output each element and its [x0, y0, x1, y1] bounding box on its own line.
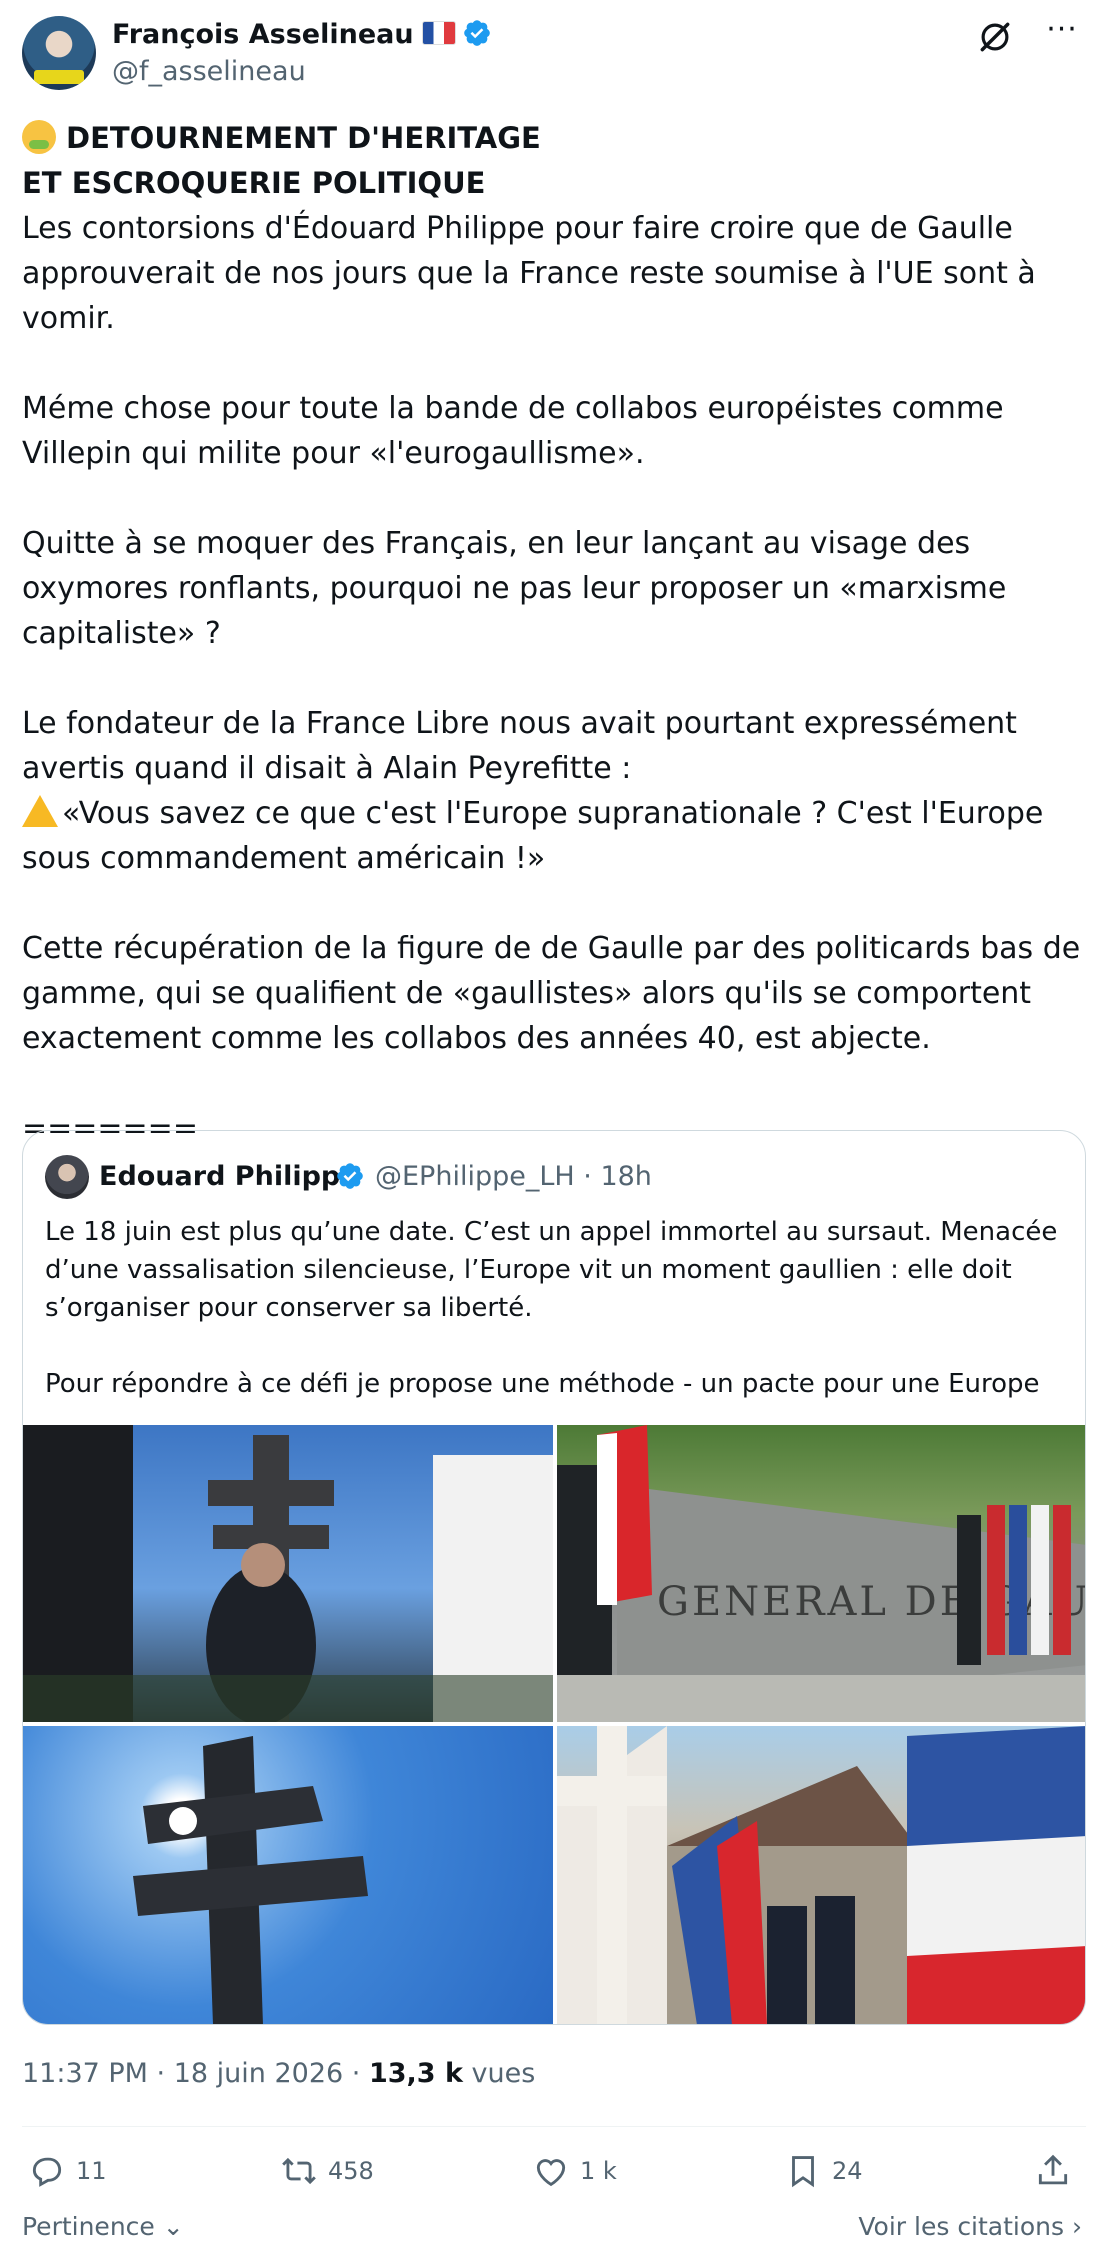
quoted-tweet-text: Le 18 juin est plus qu’une date. C’est u… [45, 1213, 1065, 1441]
tweet-paragraph-2: Méme chose pour toute la bande de collab… [22, 391, 1014, 471]
heart-icon [536, 2159, 566, 2187]
media-grid: GENERAL DE GAULLE [23, 1425, 1085, 2024]
like-count: 1 k [580, 2157, 617, 2185]
quoted-author-avatar [45, 1155, 89, 1199]
quoted-verified-badge-icon [337, 1163, 363, 1189]
view-quotes-label: Voir les citations [858, 2212, 1065, 2241]
divider [22, 2126, 1086, 2127]
grok-icon[interactable] [976, 18, 1014, 56]
tweet-paragraph-1: Les contorsions d'Édouard Philippe pour … [22, 211, 1046, 336]
tweet-paragraph-3: Quitte à se moquer des Français, en leur… [22, 526, 1016, 651]
photo-ceremony-flags[interactable] [557, 1726, 1085, 2024]
bookmark-count: 24 [832, 2157, 863, 2185]
share-button[interactable] [1034, 2148, 1082, 2194]
tweet-text: DETOURNEMENT D'HERITAGE ET ESCROQUERIE P… [22, 116, 1092, 1151]
views-label: vues [462, 2058, 536, 2089]
views-count: 13,3 k [368, 2058, 463, 2089]
tweet-paragraph-4: Le fondateur de la France Libre nous ava… [22, 706, 1027, 786]
like-button[interactable]: 1 k [532, 2148, 617, 2194]
quoted-paragraph-1: Le 18 juin est plus qu’une date. C’est u… [45, 1217, 1066, 1323]
france-flag-icon [421, 21, 456, 45]
chevron-down-icon: ⌄ [154, 2212, 184, 2241]
chevron-right-icon: › [1064, 2212, 1082, 2241]
warning-icon [22, 795, 58, 827]
share-icon [1038, 2154, 1068, 2185]
tweet-paragraph-5: Cette récupération de la figure de de Ga… [22, 931, 1090, 1056]
repost-button[interactable]: 458 [280, 2148, 374, 2194]
author-handle[interactable]: @f_asselineau [112, 56, 306, 87]
photo-cross-against-sky[interactable] [23, 1726, 553, 2024]
repost-icon [282, 2157, 316, 2185]
reply-icon [32, 2157, 62, 2187]
photo-general-de-gaulle-memorial[interactable]: GENERAL DE GAULLE [557, 1425, 1085, 1722]
photo-cross-of-lorraine-crowd[interactable] [23, 1425, 553, 1722]
repost-count: 458 [328, 2157, 374, 2185]
reply-button[interactable]: 11 [28, 2148, 107, 2194]
quoted-author-name: Edouard Philippe [99, 1161, 359, 1192]
bookmark-icon [792, 2156, 814, 2188]
bookmark-button[interactable]: 24 [784, 2148, 863, 2194]
nauseated-face-emoji-icon [22, 120, 56, 154]
sort-label: Pertinence [22, 2212, 155, 2241]
action-bar: 11 458 1 k 24 [22, 2148, 1086, 2198]
author-avatar[interactable] [22, 16, 96, 90]
view-quotes-link[interactable]: Voir les citations › [858, 2212, 1082, 2241]
tweet-datetime[interactable]: 11:37 PM · 18 juin 2026 · [22, 2058, 369, 2089]
sort-dropdown[interactable]: Pertinence ⌄ [22, 2212, 184, 2241]
tweet-meta: 11:37 PM · 18 juin 2026 · 13,3 k vues [22, 2058, 535, 2089]
reply-count: 11 [76, 2157, 107, 2185]
heading-line-2: ET ESCROQUERIE POLITIQUE [22, 166, 486, 200]
author-name-row[interactable]: François Asselineau [112, 18, 492, 50]
replies-footer: Pertinence ⌄ Voir les citations › [22, 2212, 1086, 2252]
tweet-quote-line: «Vous savez ce que c'est l'Europe supran… [22, 795, 1053, 876]
more-options-icon[interactable]: ··· [1042, 15, 1082, 54]
verified-badge-icon [463, 20, 490, 46]
quoted-author-handle-time: @EPhilippe_LH · 18h [375, 1161, 652, 1192]
quoted-tweet-card[interactable]: Edouard Philippe @EPhilippe_LH · 18h Le … [22, 1130, 1086, 2025]
tweet-header: François Asselineau @f_asselineau ··· [22, 15, 1086, 92]
author-name[interactable]: François Asselineau [112, 19, 414, 50]
heading-line-1: DETOURNEMENT D'HERITAGE [22, 116, 1092, 161]
